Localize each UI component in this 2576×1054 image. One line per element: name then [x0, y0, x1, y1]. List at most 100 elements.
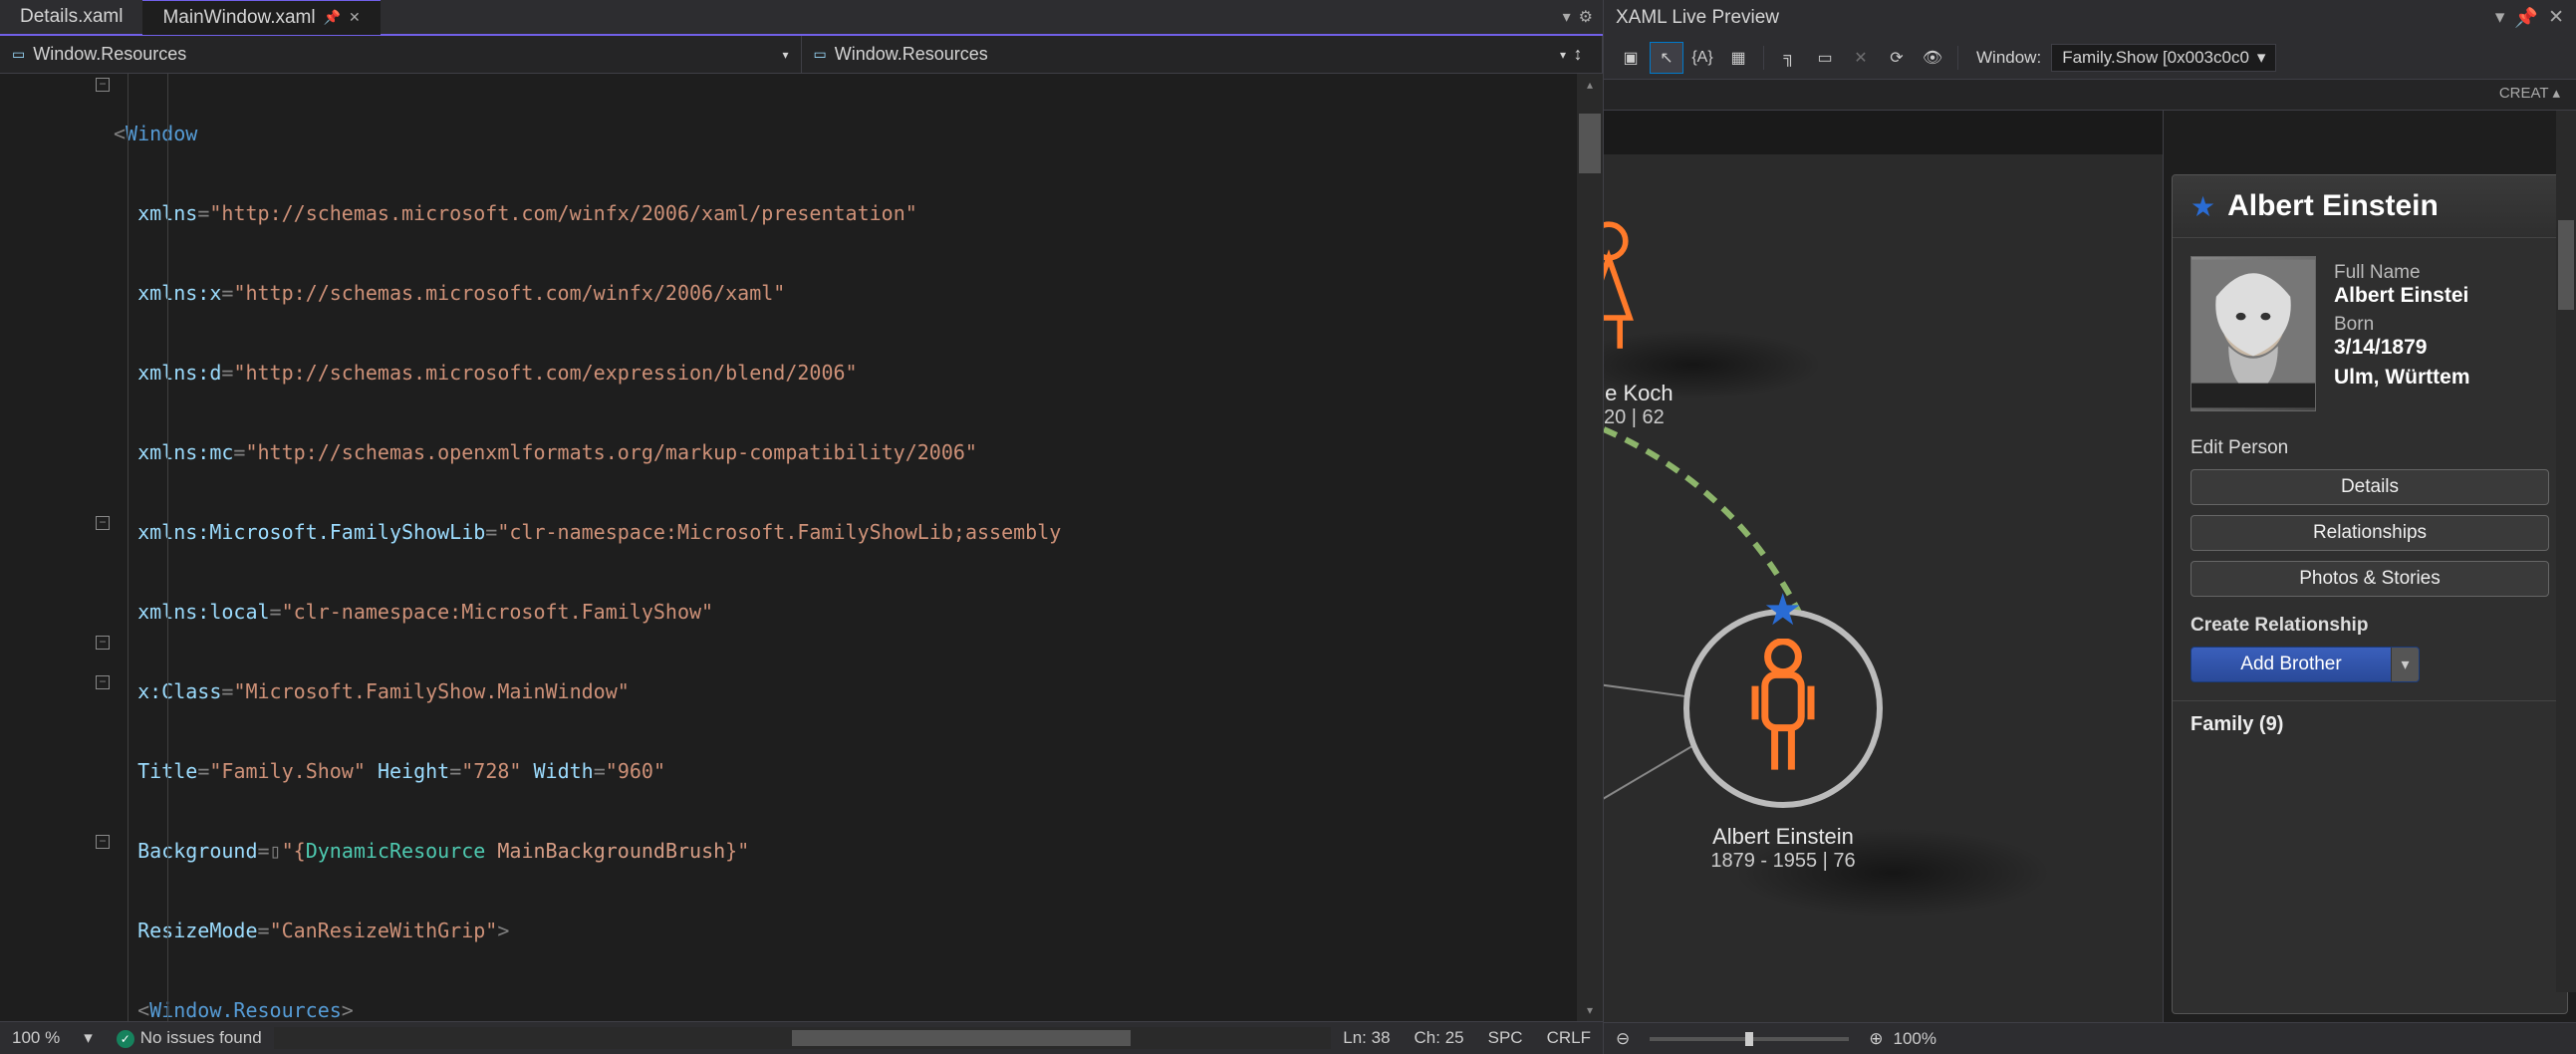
chevron-down-icon[interactable]: ▾ — [2391, 648, 2419, 681]
born-label: Born — [2334, 314, 2549, 336]
create-relationship-title: Create Relationship — [2190, 615, 2549, 637]
show-layout-icon[interactable]: ▦ — [1721, 42, 1755, 74]
check-icon: ✓ — [117, 1030, 134, 1048]
preview-breadcrumb[interactable]: CREAT ▴ — [1604, 80, 2576, 110]
relationships-button[interactable]: Relationships — [2190, 515, 2549, 551]
male-person-icon — [1733, 639, 1833, 778]
tab-details-xaml[interactable]: Details.xaml — [0, 0, 142, 34]
split-icon[interactable]: ↕ — [1566, 44, 1590, 65]
zoom-slider[interactable] — [1650, 1037, 1849, 1041]
tab-label: Details.xaml — [20, 6, 123, 28]
preview-title-bar: XAML Live Preview ▾ 📌 ✕ — [1604, 0, 2576, 36]
window-selector-dropdown[interactable]: Family.Show [0x003c0c0 ▾ — [2051, 44, 2276, 72]
person-node-albert[interactable]: ★ Albert Einstein 1879 - 1955 | 76 — [1683, 609, 1883, 873]
grid-icon[interactable]: ▭ — [1808, 42, 1842, 74]
fold-toggle[interactable]: − — [96, 675, 110, 689]
scroll-up-arrow-icon[interactable]: ▴ — [1577, 74, 1603, 96]
toolbar-separator — [1763, 46, 1764, 70]
fold-toggle[interactable]: − — [96, 78, 110, 92]
document-tabs: Details.xaml MainWindow.xaml 📌 ✕ ▾ ⚙ — [0, 0, 1603, 36]
scrollbar-thumb[interactable] — [792, 1030, 1131, 1046]
photos-stories-button[interactable]: Photos & Stories — [2190, 561, 2549, 597]
chevron-down-icon: ▾ — [782, 48, 788, 62]
gear-icon[interactable]: ⚙ — [1579, 7, 1593, 27]
nav-scope-right[interactable]: ▭ Window.Resources ▾ ↕ — [802, 36, 1604, 73]
indent-guide — [167, 74, 168, 1021]
preview-toolbar: ▣ ↖ {A} ▦ ╗ ▭ ✕ ⟳ 👁 Window: Family.Show … — [1604, 36, 2576, 80]
scroll-down-arrow-icon[interactable]: ▾ — [1577, 999, 1603, 1021]
edit-person-title: Edit Person — [2190, 437, 2549, 459]
indent-guide — [128, 74, 129, 1021]
tab-mainwindow-xaml[interactable]: MainWindow.xaml 📌 ✕ — [142, 0, 380, 35]
zoom-out-icon[interactable]: ⊖ — [1616, 1029, 1630, 1049]
nav-scope-label: Window.Resources — [835, 44, 988, 65]
visibility-icon[interactable]: 👁 — [1916, 42, 1949, 74]
close-icon[interactable]: ✕ — [2548, 6, 2564, 30]
editor-scrollbar-vertical[interactable]: ▴ ▾ — [1577, 74, 1603, 1021]
code-editor[interactable]: − − − − − <Window xmlns="http://schemas.… — [0, 74, 1603, 1021]
person-node-pauline[interactable]: Pauline Koch 8 - 1920 | 62 — [1604, 220, 1674, 429]
add-brother-label[interactable]: Add Brother — [2191, 648, 2391, 681]
person-portrait[interactable] — [2190, 256, 2316, 411]
star-icon: ★ — [1763, 585, 1802, 636]
chevron-up-icon: ▴ — [2552, 85, 2560, 102]
rulers-icon[interactable]: ╗ — [1772, 42, 1806, 74]
no-issues-indicator[interactable]: ✓No issues found — [117, 1028, 262, 1048]
female-person-icon — [1604, 220, 1659, 360]
fold-toggle[interactable]: − — [96, 636, 110, 650]
nav-scope-left[interactable]: ▭ Window.Resources ▾ — [0, 36, 802, 73]
chevron-down-icon[interactable]: ▾ — [1563, 7, 1571, 27]
chevron-down-icon[interactable]: ▾ — [84, 1028, 93, 1048]
close-icon[interactable]: ✕ — [349, 9, 361, 26]
nav-scope-label: Window.Resources — [33, 44, 186, 65]
preview-canvas[interactable]: Pauline Koch 8 - 1920 | 62 tein | 70 ★ — [1604, 111, 2164, 1022]
select-element-icon[interactable]: ↖ — [1650, 42, 1683, 74]
fold-toggle[interactable]: − — [96, 516, 110, 530]
navigation-bar: ▭ Window.Resources ▾ ▭ Window.Resources … — [0, 36, 1603, 74]
chevron-down-icon[interactable]: ▾ — [2495, 6, 2505, 30]
detail-person-name: Albert Einstein — [2227, 189, 2439, 223]
pin-icon[interactable]: 📌 — [2514, 6, 2538, 30]
zoom-in-icon[interactable]: ⊕ — [1869, 1029, 1883, 1049]
line-indicator[interactable]: Ln: 38 — [1343, 1028, 1390, 1048]
editor-scrollbar-horizontal[interactable] — [274, 1027, 1332, 1049]
slider-knob[interactable] — [1745, 1032, 1753, 1046]
person-name: Albert Einstein — [1683, 824, 1883, 850]
detail-info: Full Name Albert Einstei Born 3/14/1879 … — [2173, 238, 2567, 429]
app-header-region — [1604, 111, 2163, 154]
device-preview-icon[interactable]: ▣ — [1614, 42, 1648, 74]
refresh-icon[interactable]: ⟳ — [1880, 42, 1914, 74]
preview-title: XAML Live Preview — [1616, 7, 1779, 29]
fullname-label: Full Name — [2334, 262, 2549, 284]
scrollbar-thumb[interactable] — [1579, 114, 1601, 173]
fold-toggle[interactable]: − — [96, 835, 110, 849]
star-icon: ★ — [2190, 190, 2215, 223]
family-section-header[interactable]: Family (9) — [2173, 700, 2567, 748]
code-content[interactable]: <Window xmlns="http://schemas.microsoft.… — [110, 74, 1603, 1021]
add-brother-split-button[interactable]: Add Brother ▾ — [2190, 647, 2420, 682]
person-dates: 8 - 1920 | 62 — [1604, 406, 1674, 429]
line-ending-indicator[interactable]: CRLF — [1547, 1028, 1591, 1048]
person-dates: 1879 - 1955 | 76 — [1683, 850, 1883, 873]
window-selector-value: Family.Show [0x003c0c0 — [2062, 48, 2249, 68]
column-indicator[interactable]: Ch: 25 — [1415, 1028, 1464, 1048]
selected-person-ring — [1683, 609, 1883, 808]
person-name: Pauline Koch — [1604, 381, 1674, 406]
preview-scrollbar-vertical[interactable] — [2556, 111, 2576, 992]
born-place: Ulm, Württem — [2334, 366, 2549, 390]
details-button[interactable]: Details — [2190, 469, 2549, 505]
toolbar-separator — [1957, 46, 1958, 70]
preview-body: Pauline Koch 8 - 1920 | 62 tein | 70 ★ — [1604, 110, 2576, 1022]
detail-header: ★ Albert Einstein — [2173, 175, 2567, 238]
person-detail-panel: ★ Albert Einstein Full Name Albert Einst… — [2172, 174, 2568, 1014]
preview-zoom-value[interactable]: 100% — [1894, 1029, 1936, 1049]
scope-icon: ▭ — [814, 46, 827, 63]
show-bindings-icon[interactable]: {A} — [1685, 42, 1719, 74]
scrollbar-thumb[interactable] — [2558, 220, 2574, 310]
indent-indicator[interactable]: SPC — [1488, 1028, 1523, 1048]
fullname-value: Albert Einstei — [2334, 284, 2549, 308]
born-date: 3/14/1879 — [2334, 336, 2549, 360]
pin-icon[interactable]: 📌 — [324, 9, 341, 26]
scope-icon: ▭ — [12, 46, 25, 63]
editor-zoom[interactable]: 100 % — [12, 1028, 60, 1048]
